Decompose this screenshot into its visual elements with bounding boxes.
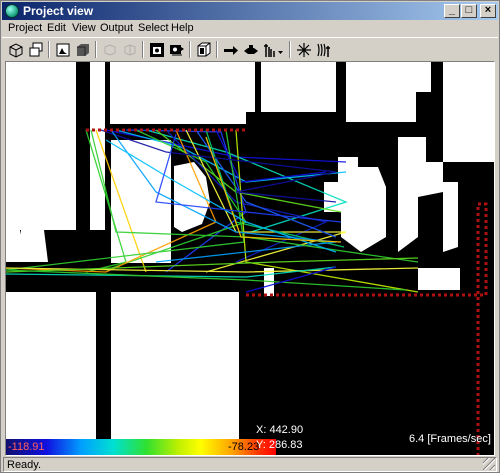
menu-view[interactable]: View <box>72 22 96 34</box>
menu-bar: Project Edit View Output Select Help <box>2 20 498 36</box>
cubes-icon[interactable] <box>26 40 46 59</box>
copy-disabled-icon[interactable] <box>100 40 120 59</box>
camera-rotate-icon[interactable] <box>167 40 187 59</box>
receiver-eye-icon[interactable] <box>241 40 261 59</box>
menu-edit[interactable]: Edit <box>47 22 66 34</box>
color-scale-max: -78.23 <box>228 441 260 453</box>
close-button[interactable]: × <box>480 4 496 18</box>
minimize-button[interactable]: _ <box>444 4 460 18</box>
window-title: Project view <box>23 4 94 18</box>
resize-grip-icon[interactable] <box>483 458 495 470</box>
toolbar <box>2 37 498 59</box>
open-cube-icon[interactable] <box>6 40 26 59</box>
toolbar-separator <box>95 41 97 58</box>
toolbar-separator <box>189 41 191 58</box>
toolbar-separator <box>48 41 50 58</box>
menu-select[interactable]: Select <box>138 22 169 34</box>
propagation-view-canvas[interactable]: -118.91 -78.23 X: 442.90 Y: 286.83 6.4 [… <box>5 61 495 456</box>
camera-icon[interactable] <box>147 40 167 59</box>
cursor-x-readout: X: 442.90 <box>256 424 304 436</box>
cursor-y-readout: Y: 286.83 <box>256 439 303 451</box>
ray-arrow-icon[interactable] <box>221 40 241 59</box>
status-bar: Ready. <box>3 457 497 472</box>
menu-project[interactable]: Project <box>8 22 42 34</box>
maximize-button[interactable]: □ <box>461 4 477 18</box>
toolbar-separator <box>216 41 218 58</box>
antenna-dropdown-icon[interactable] <box>261 40 287 59</box>
spark-icon[interactable] <box>294 40 314 59</box>
toolbar-separator <box>142 41 144 58</box>
app-globe-icon <box>5 4 19 18</box>
waves-icon[interactable] <box>314 40 334 59</box>
toolbar-separator <box>289 41 291 58</box>
menu-help[interactable]: Help <box>171 22 194 34</box>
city-scene <box>6 62 494 455</box>
paste-disabled-icon[interactable] <box>120 40 140 59</box>
solid-box-icon[interactable] <box>73 40 93 59</box>
color-scale-min: -118.91 <box>8 441 45 453</box>
building-icon[interactable] <box>194 40 214 59</box>
status-text: Ready. <box>7 459 42 471</box>
project-view-window: Project view _ □ × Project Edit View Out… <box>0 0 500 473</box>
title-bar[interactable]: Project view _ □ × <box>2 2 498 20</box>
menu-output[interactable]: Output <box>100 22 133 34</box>
frame-rate-readout: 6.4 [Frames/sec] <box>409 433 491 445</box>
picture-frame-icon[interactable] <box>53 40 73 59</box>
